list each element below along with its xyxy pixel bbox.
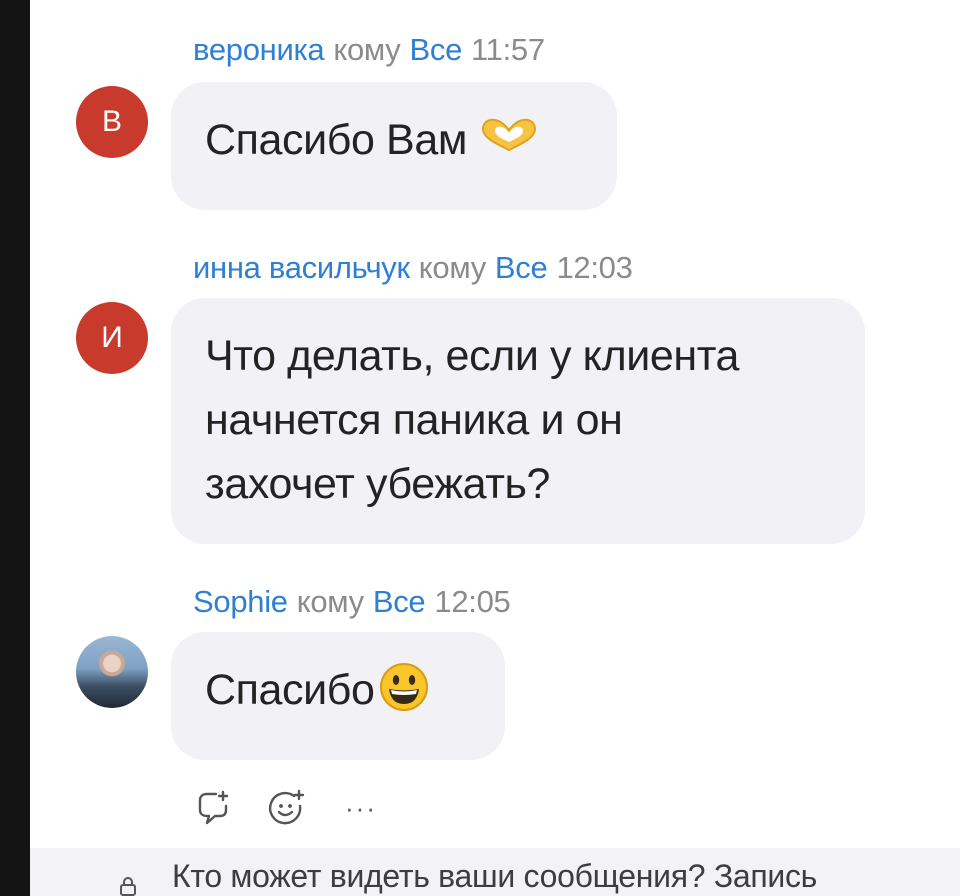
window-edge: [0, 0, 30, 896]
message-text-line: начнется паника и он: [205, 396, 623, 444]
recipient-name[interactable]: Все: [410, 32, 463, 67]
privacy-notice-text: Кто может видеть ваши сообщения? Запись: [172, 858, 818, 894]
to-word: кому: [333, 32, 401, 67]
recipient-name[interactable]: Все: [495, 250, 548, 285]
message-text: Спасибо Вам: [205, 116, 468, 164]
avatar-photo[interactable]: [76, 636, 148, 708]
message-meta: вероника кому Все 11:57: [193, 32, 545, 68]
to-word: кому: [418, 250, 486, 285]
chat-privacy-notice[interactable]: Кто может видеть ваши сообщения? Запись: [30, 848, 960, 896]
message-bubble[interactable]: Что делать, если у клиента начнется пани…: [171, 298, 865, 544]
lock-icon: [120, 877, 136, 896]
add-reaction-button[interactable]: [267, 788, 307, 828]
sender-name[interactable]: Sophie: [193, 584, 288, 619]
message-bubble[interactable]: Спасибо Вам: [171, 82, 617, 210]
message-bubble[interactable]: Спасибо: [171, 632, 505, 760]
message-time: 12:03: [556, 250, 633, 285]
message-time: 12:05: [434, 584, 511, 619]
avatar[interactable]: И: [76, 302, 148, 374]
message-text-line: Что делать, если у клиента: [205, 332, 740, 380]
to-word: кому: [296, 584, 364, 619]
message-time: 11:57: [471, 32, 545, 67]
message-actions: ···: [193, 786, 381, 830]
reply-icon: [198, 790, 229, 825]
chat-panel: вероника кому Все 11:57 В Спасибо Вам инна …: [30, 0, 960, 848]
message-text-line: захочет убежать?: [205, 460, 551, 508]
sender-name[interactable]: инна васильчук: [193, 250, 410, 285]
grinning-face-emoji: [379, 663, 428, 711]
avatar[interactable]: В: [76, 86, 148, 158]
sender-name[interactable]: вероника: [193, 32, 325, 67]
message-meta: Sophie кому Все 12:05: [193, 584, 511, 620]
more-options-button[interactable]: ···: [341, 788, 381, 828]
message-meta: инна васильчук кому Все 12:03: [193, 250, 633, 286]
heart-hands-emoji: [482, 118, 537, 152]
message-text: Спасибо: [205, 666, 375, 714]
reply-button[interactable]: [193, 788, 233, 828]
add-reaction-icon: [269, 789, 305, 825]
recipient-name[interactable]: Все: [373, 584, 426, 619]
